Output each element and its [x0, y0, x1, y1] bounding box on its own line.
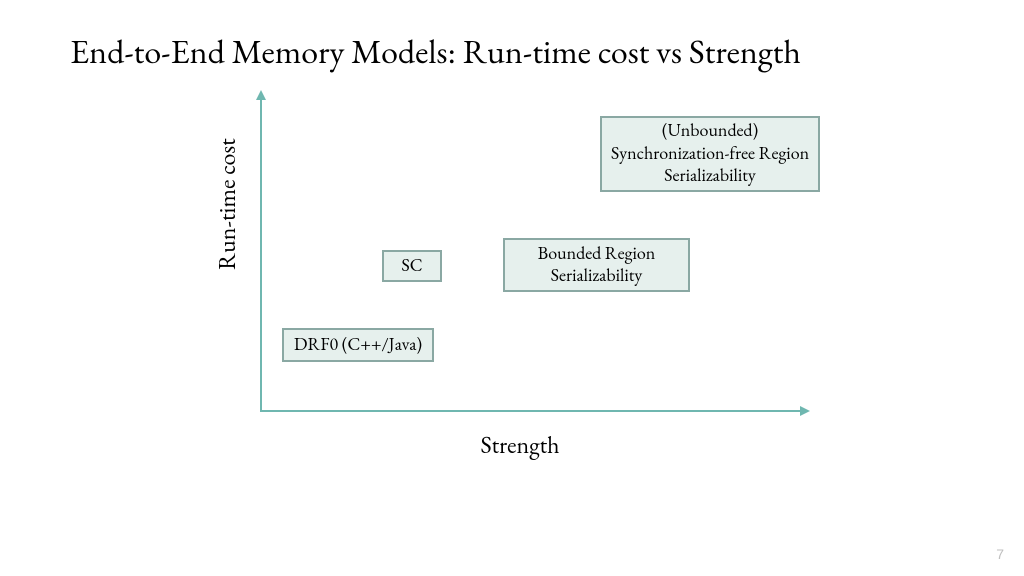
y-axis [260, 100, 262, 410]
page-title: End-to-End Memory Models: Run-time cost … [70, 30, 801, 74]
point-unbounded: (Unbounded) Synchronization-free Region … [600, 116, 820, 192]
point-drf0: DRF0 (C++/Java) [282, 328, 434, 362]
chart-area: Run-time cost Strength DRF0 (C++/Java) S… [230, 100, 840, 440]
slide: End-to-End Memory Models: Run-time cost … [0, 0, 1024, 576]
x-axis-label: Strength [230, 430, 810, 461]
x-axis [260, 410, 800, 412]
point-sc: SC [382, 250, 442, 282]
page-number: 7 [996, 546, 1004, 562]
y-axis-label: Run-time cost [212, 138, 243, 270]
point-bounded: Bounded Region Serializability [503, 238, 690, 292]
